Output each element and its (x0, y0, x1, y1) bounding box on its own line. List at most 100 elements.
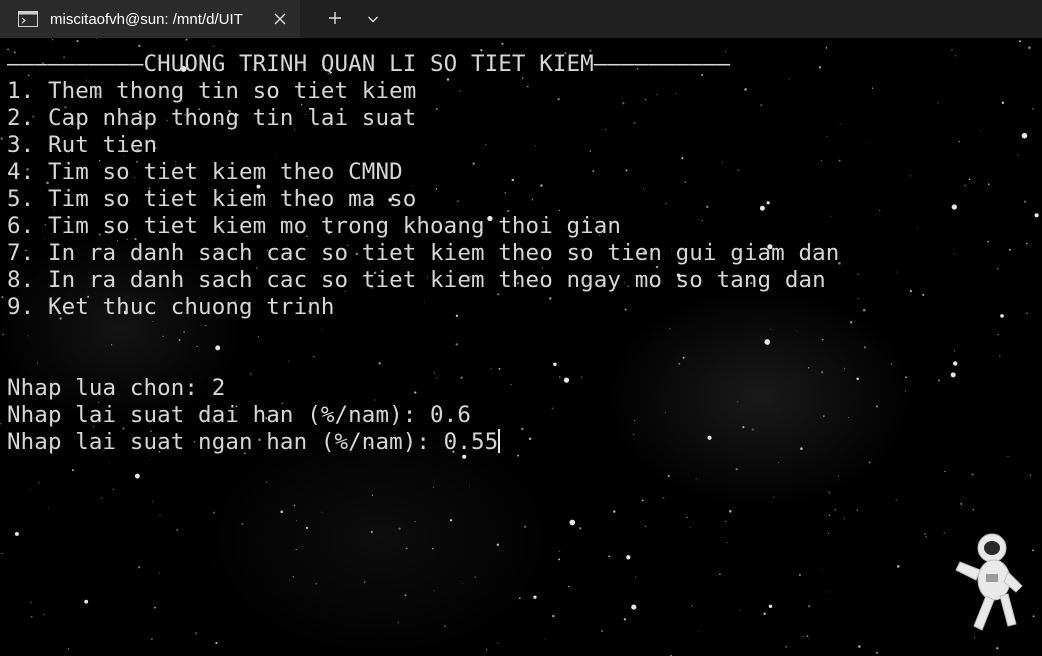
star (828, 514, 831, 516)
star (951, 48, 953, 51)
terminal-pane[interactable]: ——————————CHUONG TRINH QUAN LI SO TIET K… (0, 38, 1042, 656)
prompt-line: Nhap lai suat dai han (%/nam): 0.6 (7, 402, 471, 428)
title-bar: miscitaofvh@sun: /mnt/d/UIT (0, 0, 1042, 38)
star (724, 520, 727, 523)
star (953, 361, 958, 366)
star (524, 525, 527, 528)
star (857, 298, 859, 300)
star (485, 649, 488, 651)
star (958, 140, 961, 143)
star (806, 635, 809, 638)
star (997, 267, 999, 270)
star (134, 473, 140, 479)
star (138, 566, 141, 569)
menu-item: 8. In ra danh sach cac so tiet kiem theo… (7, 267, 826, 293)
star (690, 526, 692, 528)
star (1000, 314, 1004, 318)
plus-icon (328, 10, 342, 29)
terminal-tab[interactable]: miscitaofvh@sun: /mnt/d/UIT (0, 0, 300, 38)
star (972, 508, 975, 511)
star (443, 625, 447, 628)
star (469, 485, 470, 487)
star (364, 581, 366, 583)
star (953, 253, 956, 255)
star (497, 642, 499, 644)
star (999, 355, 1001, 357)
terminal-output: ——————————CHUONG TRINH QUAN LI SO TIET K… (7, 51, 839, 456)
input-line-text: Nhap lai suat ngan han (%/nam): 0.55 (7, 429, 499, 455)
star (414, 521, 416, 523)
menu-item: 5. Tim so tiet kiem theo ma so (7, 186, 417, 212)
input-line[interactable]: Nhap lai suat ngan han (%/nam): 0.55 (7, 429, 839, 456)
star (996, 647, 999, 650)
star (763, 612, 766, 615)
star (1028, 46, 1031, 49)
star (1032, 615, 1035, 618)
star (1023, 200, 1027, 203)
star (909, 175, 912, 177)
star (96, 38, 98, 39)
star (501, 42, 504, 45)
star (726, 541, 728, 544)
star (729, 510, 732, 513)
menu-item: 9. Ket thuc chuong trinh (7, 294, 335, 320)
star (567, 585, 570, 588)
star (825, 47, 828, 49)
star (904, 390, 907, 392)
star (112, 488, 114, 490)
star (370, 530, 373, 533)
star (295, 549, 297, 550)
star (641, 499, 644, 502)
star (148, 458, 150, 460)
star (922, 293, 925, 296)
star (778, 461, 780, 463)
prompt-line: Nhap lua chon: 2 (7, 375, 226, 401)
menu-item: 7. In ra danh sach cac so tiet kiem theo… (7, 240, 840, 266)
star (1001, 101, 1005, 105)
star (850, 321, 853, 324)
star (937, 102, 939, 104)
star (848, 417, 850, 419)
star (613, 510, 616, 513)
close-icon[interactable] (270, 9, 290, 29)
star (559, 550, 561, 552)
star (856, 509, 859, 511)
tab-dropdown-button[interactable] (354, 0, 392, 38)
star (828, 491, 831, 494)
chevron-down-icon (367, 10, 379, 29)
star (449, 519, 453, 522)
star (826, 591, 827, 593)
star (579, 527, 582, 530)
star (943, 532, 946, 534)
star (808, 605, 811, 608)
star (213, 511, 215, 514)
star (964, 184, 966, 187)
star (691, 605, 693, 607)
star (837, 475, 840, 478)
star (808, 638, 810, 640)
astronaut-icon (955, 533, 1023, 631)
star (150, 637, 153, 641)
star (185, 38, 188, 41)
star (315, 582, 318, 585)
star (644, 525, 646, 527)
star (895, 499, 898, 501)
star (43, 613, 45, 616)
star (154, 606, 156, 609)
star (212, 45, 215, 48)
star (1026, 242, 1028, 245)
star (987, 183, 990, 186)
star (631, 604, 637, 610)
menu-title: ——————————CHUONG TRINH QUAN LI SO TIET K… (7, 51, 731, 77)
new-tab-button[interactable] (316, 0, 354, 38)
star (955, 55, 957, 57)
star (785, 645, 788, 648)
star (398, 527, 401, 530)
star (871, 87, 874, 89)
star (864, 141, 866, 143)
star (558, 558, 561, 561)
star (569, 519, 576, 526)
star (626, 555, 631, 560)
star (371, 494, 373, 496)
